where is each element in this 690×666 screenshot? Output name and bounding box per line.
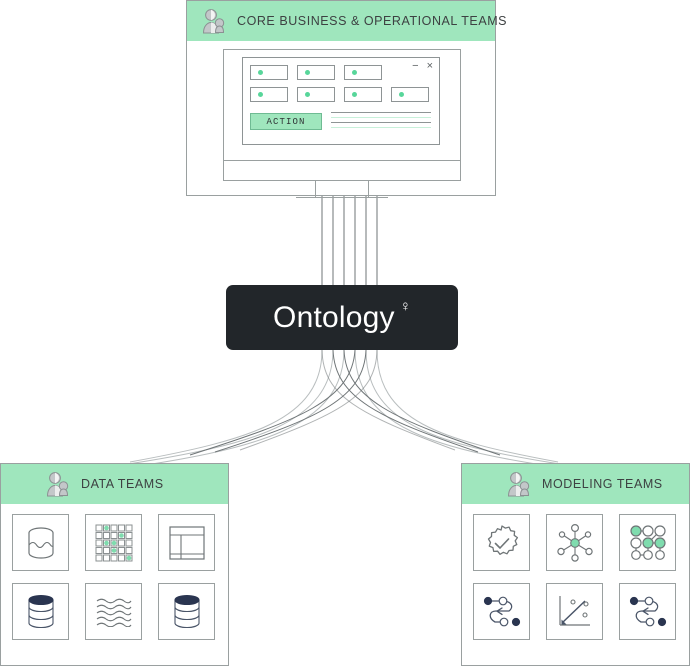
field-chip[interactable] — [391, 87, 429, 102]
data-teams-panel-title: DATA TEAMS — [81, 477, 164, 491]
gear-check-icon[interactable] — [473, 514, 530, 571]
wave-lines-icon[interactable] — [85, 583, 142, 640]
diagram-canvas: CORE BUSINESS & OPERATIONAL TEAMS − × AC… — [0, 0, 690, 666]
scatter-trend-icon[interactable] — [546, 583, 603, 640]
modeling-teams-panel: MODELING TEAMS — [461, 463, 690, 666]
core-business-panel-header: CORE BUSINESS & OPERATIONAL TEAMS — [187, 1, 507, 41]
database-cylinder-icon[interactable] — [12, 514, 69, 571]
modeling-teams-panel-title: MODELING TEAMS — [542, 477, 663, 491]
flow-curve-icon[interactable] — [473, 583, 530, 640]
text-lines — [331, 112, 431, 132]
node-graph-icon[interactable] — [619, 514, 676, 571]
flow-curve-alt-icon[interactable] — [619, 583, 676, 640]
modeling-teams-panel-header: MODELING TEAMS — [462, 464, 689, 504]
bottom-connector-curves — [111, 349, 577, 471]
stacked-disks-alt-icon[interactable] — [158, 583, 215, 640]
core-business-panel-title: CORE BUSINESS & OPERATIONAL TEAMS — [237, 14, 508, 28]
chip-row-2 — [250, 87, 429, 102]
ontology-label: Ontology — [273, 300, 395, 334]
action-button[interactable]: ACTION — [250, 113, 322, 130]
top-connector-lines — [321, 196, 378, 285]
field-chip[interactable] — [297, 65, 335, 80]
stacked-disks-icon[interactable] — [12, 583, 69, 640]
window-controls[interactable]: − × — [412, 61, 433, 72]
monitor-screen: − × ACTION — [223, 49, 461, 161]
monitor-illustration: − × ACTION — [223, 49, 461, 198]
data-teams-icon-grid — [12, 514, 217, 640]
ontology-superscript-icon: ♀ — [399, 298, 411, 315]
app-window: − × ACTION — [242, 57, 440, 145]
data-teams-panel: DATA TEAMS — [0, 463, 229, 666]
monitor-neck — [315, 181, 369, 198]
close-icon[interactable]: × — [427, 61, 433, 72]
dot-matrix-grid-icon[interactable] — [85, 514, 142, 571]
hub-spoke-network-icon[interactable] — [546, 514, 603, 571]
field-chip[interactable] — [344, 87, 382, 102]
ontology-node[interactable]: Ontology ♀ — [226, 285, 458, 350]
core-business-panel: CORE BUSINESS & OPERATIONAL TEAMS − × AC… — [186, 0, 507, 198]
field-chip[interactable] — [344, 65, 382, 80]
person-icon — [45, 471, 69, 497]
modeling-teams-icon-grid — [473, 514, 678, 640]
data-teams-panel-header: DATA TEAMS — [1, 464, 228, 504]
monitor-foot — [296, 197, 388, 198]
field-chip[interactable] — [250, 87, 288, 102]
person-icon — [201, 8, 225, 34]
field-chip[interactable] — [297, 87, 335, 102]
chip-row-1 — [250, 65, 382, 80]
monitor-base — [223, 161, 461, 181]
person-icon — [506, 471, 530, 497]
minimize-icon[interactable]: − — [412, 61, 418, 72]
field-chip[interactable] — [250, 65, 288, 80]
table-layout-icon[interactable] — [158, 514, 215, 571]
